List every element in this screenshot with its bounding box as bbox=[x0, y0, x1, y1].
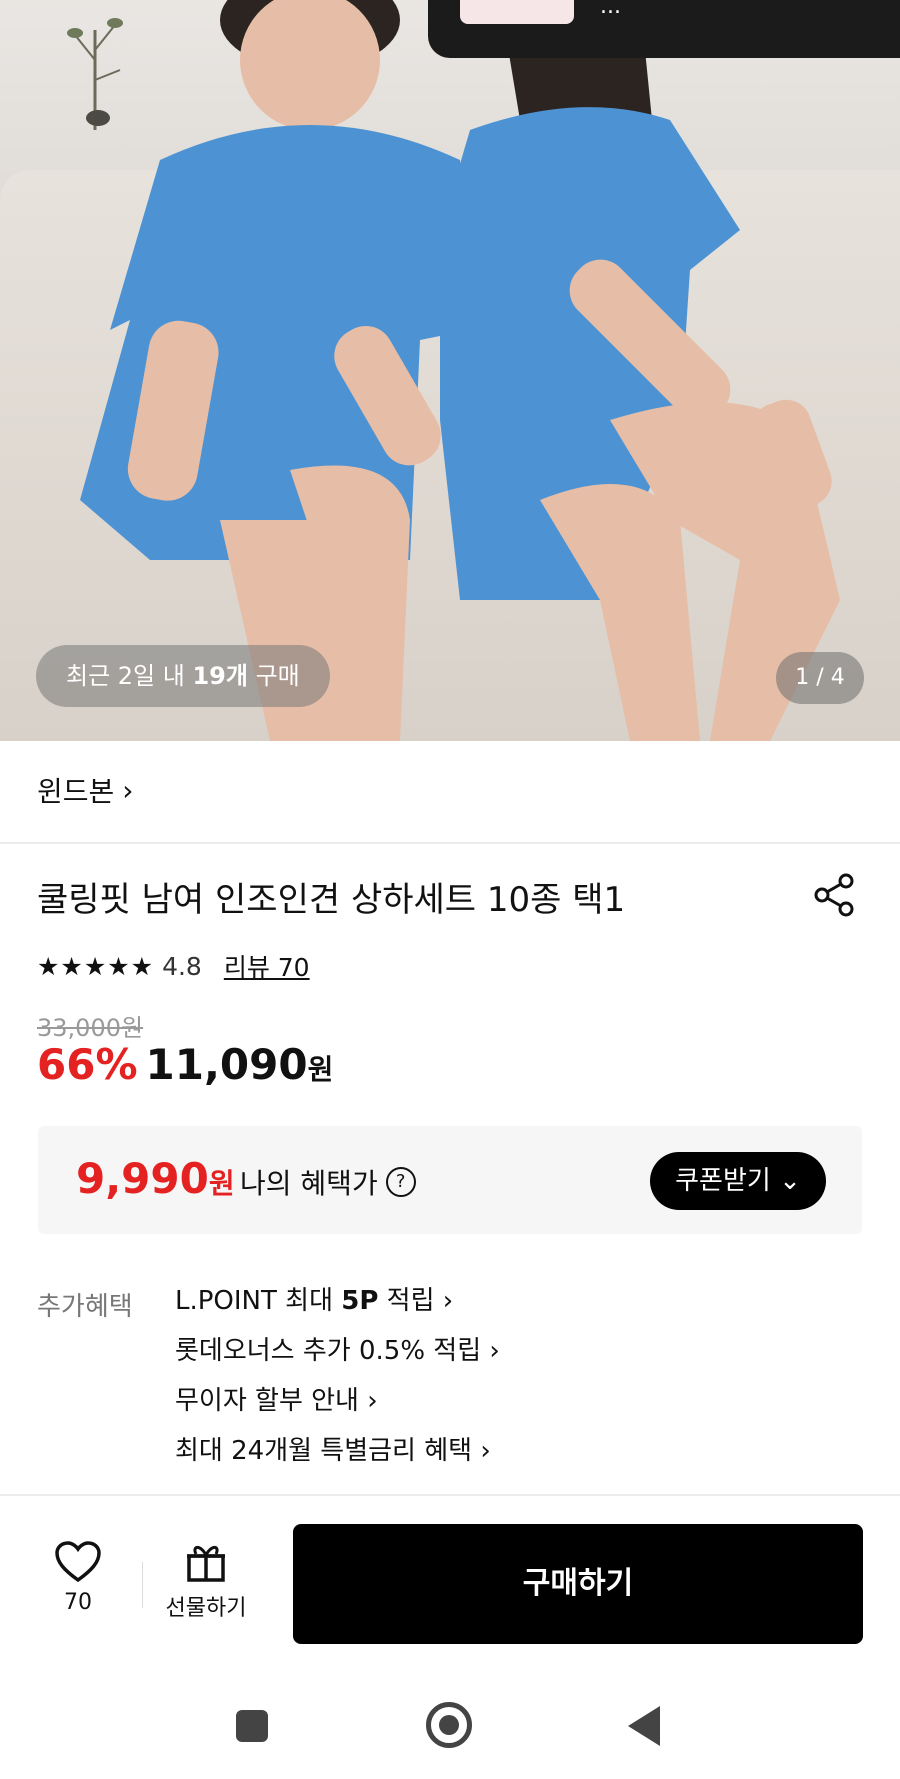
recent-purchases-badge: 최근 2일 내 19개 구매 bbox=[36, 645, 330, 707]
rating-row: ★★★★★ 4.8 리뷰 70 bbox=[37, 948, 310, 984]
benefit-text: 적립 › bbox=[378, 1286, 454, 1316]
brand-name: 윈드본 bbox=[37, 775, 115, 808]
benefit-price-box: 9,990원 나의 혜택가 ? 쿠폰받기 ⌄ bbox=[38, 1126, 862, 1234]
benefit-text: 무이자 할부 안내 › bbox=[175, 1386, 378, 1416]
benefit-label-text: 나의 혜택가 bbox=[240, 1167, 378, 1200]
list-item[interactable]: 롯데오너스 추가 0.5% 적립 › bbox=[175, 1333, 500, 1383]
list-item[interactable]: 무이자 할부 안내 › bbox=[175, 1383, 500, 1433]
divider bbox=[0, 842, 900, 844]
divider bbox=[142, 1562, 143, 1608]
extra-benefits-label: 추가혜택 bbox=[37, 1292, 133, 1322]
list-item[interactable]: L.POINT 최대 5P 적립 › bbox=[175, 1283, 500, 1333]
notification-toast[interactable]: ... bbox=[428, 0, 900, 58]
sold-suffix: 구매 bbox=[247, 662, 300, 690]
sale-price: 11,090원 bbox=[146, 1040, 334, 1089]
discount-rate: 66% bbox=[37, 1040, 138, 1089]
buy-button[interactable]: 구매하기 bbox=[293, 1524, 863, 1644]
product-image[interactable]: ... 최근 2일 내 19개 구매 1 / 4 bbox=[0, 0, 900, 741]
share-icon[interactable] bbox=[812, 872, 858, 918]
brand-link[interactable]: 윈드본 › bbox=[37, 770, 133, 810]
list-item[interactable]: 최대 24개월 특별금리 혜택 › bbox=[175, 1433, 500, 1483]
benefit-bold: 5P bbox=[341, 1286, 379, 1316]
gift-icon bbox=[187, 1545, 225, 1582]
price-row: 66% 11,090원 bbox=[37, 1040, 333, 1089]
product-title: 쿨링핏 남여 인조인견 상하세트 10종 택1 bbox=[37, 880, 626, 920]
benefit-price-value: 9,990 bbox=[76, 1154, 209, 1203]
model-woman bbox=[440, 0, 840, 741]
home-icon[interactable] bbox=[426, 1702, 472, 1748]
back-icon[interactable] bbox=[628, 1706, 660, 1746]
sold-count: 19개 bbox=[192, 662, 248, 690]
review-link[interactable]: 리뷰 70 bbox=[224, 948, 310, 984]
original-price: 33,000원 bbox=[37, 1014, 144, 1042]
heart-icon bbox=[55, 1541, 101, 1583]
benefit-label: 나의 혜택가 ? bbox=[240, 1162, 416, 1202]
gift-button[interactable]: 선물하기 bbox=[160, 1540, 252, 1622]
benefit-text: L.POINT 최대 bbox=[175, 1286, 342, 1316]
help-icon[interactable]: ? bbox=[385, 1167, 416, 1197]
chevron-right-icon: › bbox=[122, 773, 134, 807]
get-coupon-button[interactable]: 쿠폰받기 ⌄ bbox=[650, 1152, 826, 1210]
sold-prefix: 최근 2일 내 bbox=[66, 662, 193, 690]
divider bbox=[0, 1494, 900, 1496]
model-man bbox=[80, 0, 470, 741]
rating-value: 4.8 bbox=[162, 951, 202, 981]
system-navigation-bar bbox=[0, 1670, 900, 1779]
image-counter: 1 / 4 bbox=[776, 652, 864, 704]
gift-label: 선물하기 bbox=[165, 1596, 247, 1621]
benefit-text: 최대 24개월 특별금리 혜택 › bbox=[175, 1436, 491, 1466]
extra-benefits-list: L.POINT 최대 5P 적립 › 롯데오너스 추가 0.5% 적립 › 무이… bbox=[175, 1283, 500, 1483]
wishlist-button[interactable]: 70 bbox=[40, 1540, 116, 1615]
wish-count: 70 bbox=[64, 1590, 92, 1615]
currency-unit: 원 bbox=[208, 1167, 235, 1200]
toast-thumbnail bbox=[460, 0, 574, 24]
benefit-text: 롯데오너스 추가 0.5% 적립 › bbox=[175, 1336, 500, 1366]
benefit-price: 9,990원 bbox=[76, 1154, 235, 1203]
toast-text: ... bbox=[600, 0, 621, 19]
currency-unit: 원 bbox=[307, 1053, 334, 1086]
star-rating-icon: ★★★★★ bbox=[37, 951, 155, 981]
recent-apps-icon[interactable] bbox=[236, 1710, 268, 1742]
sale-price-value: 11,090 bbox=[145, 1040, 308, 1089]
